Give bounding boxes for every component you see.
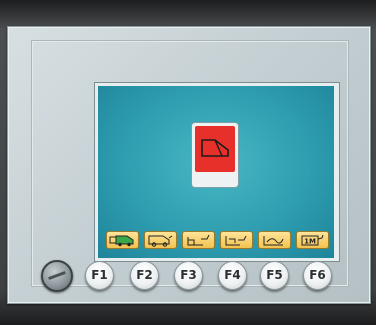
panel-mode-1-icon xyxy=(187,234,210,246)
f4-button[interactable]: F4 xyxy=(218,261,247,290)
rotary-knob[interactable] xyxy=(41,260,73,292)
vehicle-side-red-icon xyxy=(201,139,229,157)
f1-button[interactable]: F1 xyxy=(85,261,114,290)
f3-button[interactable]: F3 xyxy=(174,261,203,290)
softkey-memory-1m[interactable]: 1M xyxy=(296,231,329,249)
rotary-knob-icon xyxy=(48,271,66,280)
softkey-panel-mode-2[interactable] xyxy=(220,231,253,249)
display-screen: 1M xyxy=(98,86,334,258)
van-outline-icon xyxy=(148,235,173,247)
softkey-van-outline[interactable] xyxy=(144,231,177,249)
f5-button[interactable]: F5 xyxy=(260,261,289,290)
f2-button[interactable]: F2 xyxy=(130,261,159,290)
memory-1m-icon: 1M xyxy=(301,234,324,246)
memory-label: 1M xyxy=(304,238,316,246)
softkey-panel-mode-3[interactable] xyxy=(258,231,291,249)
van-active-icon xyxy=(109,235,134,247)
control-panel-device: 1M F1 F2 F3 F4 F5 F6 xyxy=(0,0,376,325)
f6-button[interactable]: F6 xyxy=(303,261,332,290)
center-indicator xyxy=(192,123,238,187)
display-frame: 1M xyxy=(94,82,340,262)
panel-mode-3-icon xyxy=(263,236,284,246)
softkey-van-active[interactable] xyxy=(106,231,139,249)
softkey-panel-mode-1[interactable] xyxy=(182,231,215,249)
panel-mode-2-icon xyxy=(225,235,247,246)
